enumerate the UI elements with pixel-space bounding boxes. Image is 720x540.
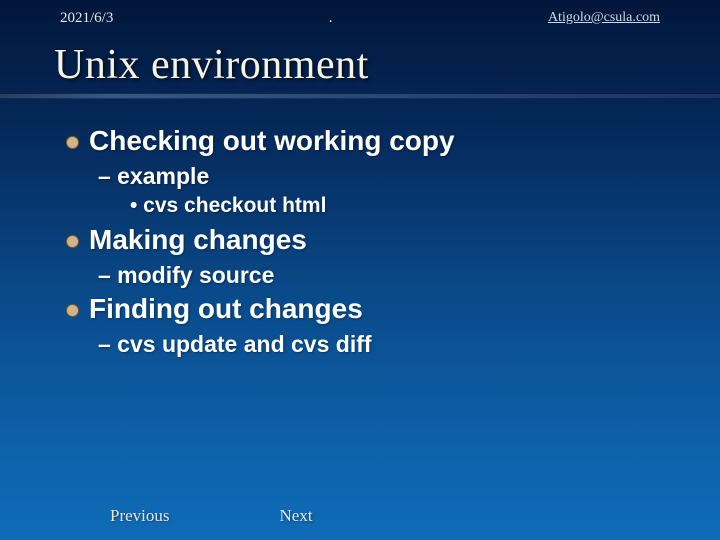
content-area: Checking out working copy – example • cv… [0,99,720,358]
bullet-dot-icon [66,235,79,248]
next-button[interactable]: Next [280,506,313,526]
date-label: 2021/6/3 [60,10,113,27]
email-link[interactable]: Atigolo@csula.com [548,10,660,27]
bullet-2-sub-1: – modify source [98,262,670,289]
footer-nav: Previous Next [0,506,720,526]
previous-button[interactable]: Previous [110,506,170,526]
bullet-dot-icon [66,136,79,149]
bullet-2-text: Making changes [89,224,307,256]
bullet-3-sub-1: – cvs update and cvs diff [98,331,670,358]
title-block: Unix environment [0,33,720,99]
header-bar: 2021/6/3 . Atigolo@csula.com [0,0,720,33]
bullet-1-text: Checking out working copy [89,125,455,157]
bullet-2: Making changes [66,224,670,256]
bullet-3-text: Finding out changes [89,293,363,325]
center-dot: . [329,10,333,27]
bullet-dot-icon [66,304,79,317]
page-title: Unix environment [0,33,720,93]
bullet-1-sub-1-sub-1: • cvs checkout html [130,194,670,218]
bullet-3: Finding out changes [66,293,670,325]
bullet-1-sub-1: – example [98,163,670,190]
bullet-1: Checking out working copy [66,125,670,157]
title-underline [0,93,720,99]
